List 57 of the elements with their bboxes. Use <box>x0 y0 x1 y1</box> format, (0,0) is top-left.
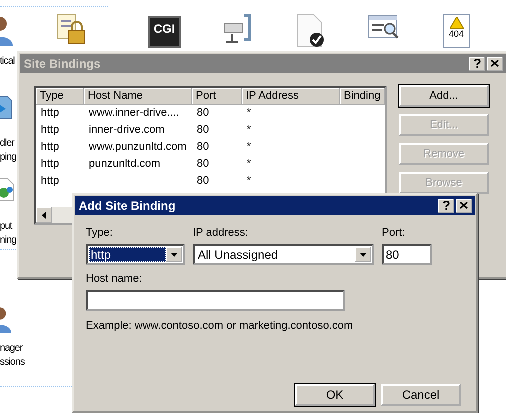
column-header[interactable]: Type <box>36 88 84 105</box>
dropdown-arrow-icon <box>170 252 178 256</box>
dialog-button[interactable]: Cancel <box>381 384 461 406</box>
close-button[interactable] <box>487 56 503 70</box>
help-icon <box>442 201 450 210</box>
table-cell-text: http <box>40 174 60 189</box>
window-title: Site Bindings <box>24 56 101 70</box>
column-header[interactable]: Binding <box>340 88 385 105</box>
table-cell-text: www.inner-drive.... <box>88 106 180 121</box>
column-header[interactable]: IP Address <box>242 88 340 105</box>
dialog-button[interactable]: OK <box>295 384 375 406</box>
table-cell-text: * <box>246 174 252 189</box>
feature-label[interactable]: tical <box>0 55 15 69</box>
field-label: IP address: <box>193 227 250 240</box>
table-cell-text: http <box>40 106 60 121</box>
warning-icon: 404 <box>442 14 470 48</box>
window-title: Add Site Binding <box>79 198 176 212</box>
table-cell-text: 80 <box>196 123 210 138</box>
column-header[interactable]: Host Name <box>84 88 192 105</box>
dropdown[interactable]: All Unassigned <box>193 244 374 265</box>
host-name-field[interactable] <box>86 290 345 311</box>
table-cell-text: http <box>40 123 60 138</box>
table-cell-text: 80 <box>196 106 210 121</box>
feature-label[interactable]: dler ping <box>0 137 17 165</box>
table-cell-text: punzunltd.com <box>88 157 162 172</box>
dropdown-arrow-icon <box>360 252 366 256</box>
table-cell-text: * <box>246 140 252 155</box>
field-label: Type: <box>86 227 114 240</box>
table-cell-text: * <box>246 106 252 121</box>
left-arrow-icon <box>42 212 46 218</box>
column-header[interactable]: Port <box>192 88 242 105</box>
feature-label[interactable]: put ning <box>0 220 17 248</box>
field-label: Port: <box>382 227 406 240</box>
help-icon <box>474 59 480 68</box>
table-cell-text: 80 <box>196 140 210 155</box>
table-cell-text: http <box>40 140 60 155</box>
table-cell-text: * <box>246 157 252 172</box>
help-button[interactable] <box>438 198 454 212</box>
table-cell-text: inner-drive.com <box>88 123 166 138</box>
close-button[interactable] <box>456 198 472 212</box>
example-text: Example: www.contoso.com or marketing.contoso.com <box>86 320 354 332</box>
table-cell-text: www.punzunltd.com <box>88 140 188 155</box>
feature-label[interactable]: nager ssions <box>0 342 25 370</box>
scroll-left-button[interactable] <box>36 207 52 223</box>
table-cell-text: 80 <box>196 157 210 172</box>
dialog-button[interactable]: Add... <box>399 85 489 107</box>
table-cell-text: http <box>40 157 60 172</box>
dropdown[interactable]: http <box>86 244 185 265</box>
close-icon <box>460 202 468 209</box>
check-document-icon <box>294 14 326 48</box>
table-cell-text: 80 <box>196 174 210 189</box>
close-icon <box>491 60 499 67</box>
table-cell-text: * <box>246 123 252 138</box>
port-field[interactable]: 80 <box>382 244 432 265</box>
help-button[interactable] <box>469 56 485 70</box>
cgi-icon: CGI <box>148 16 182 48</box>
field-label: Host name: <box>86 273 144 286</box>
